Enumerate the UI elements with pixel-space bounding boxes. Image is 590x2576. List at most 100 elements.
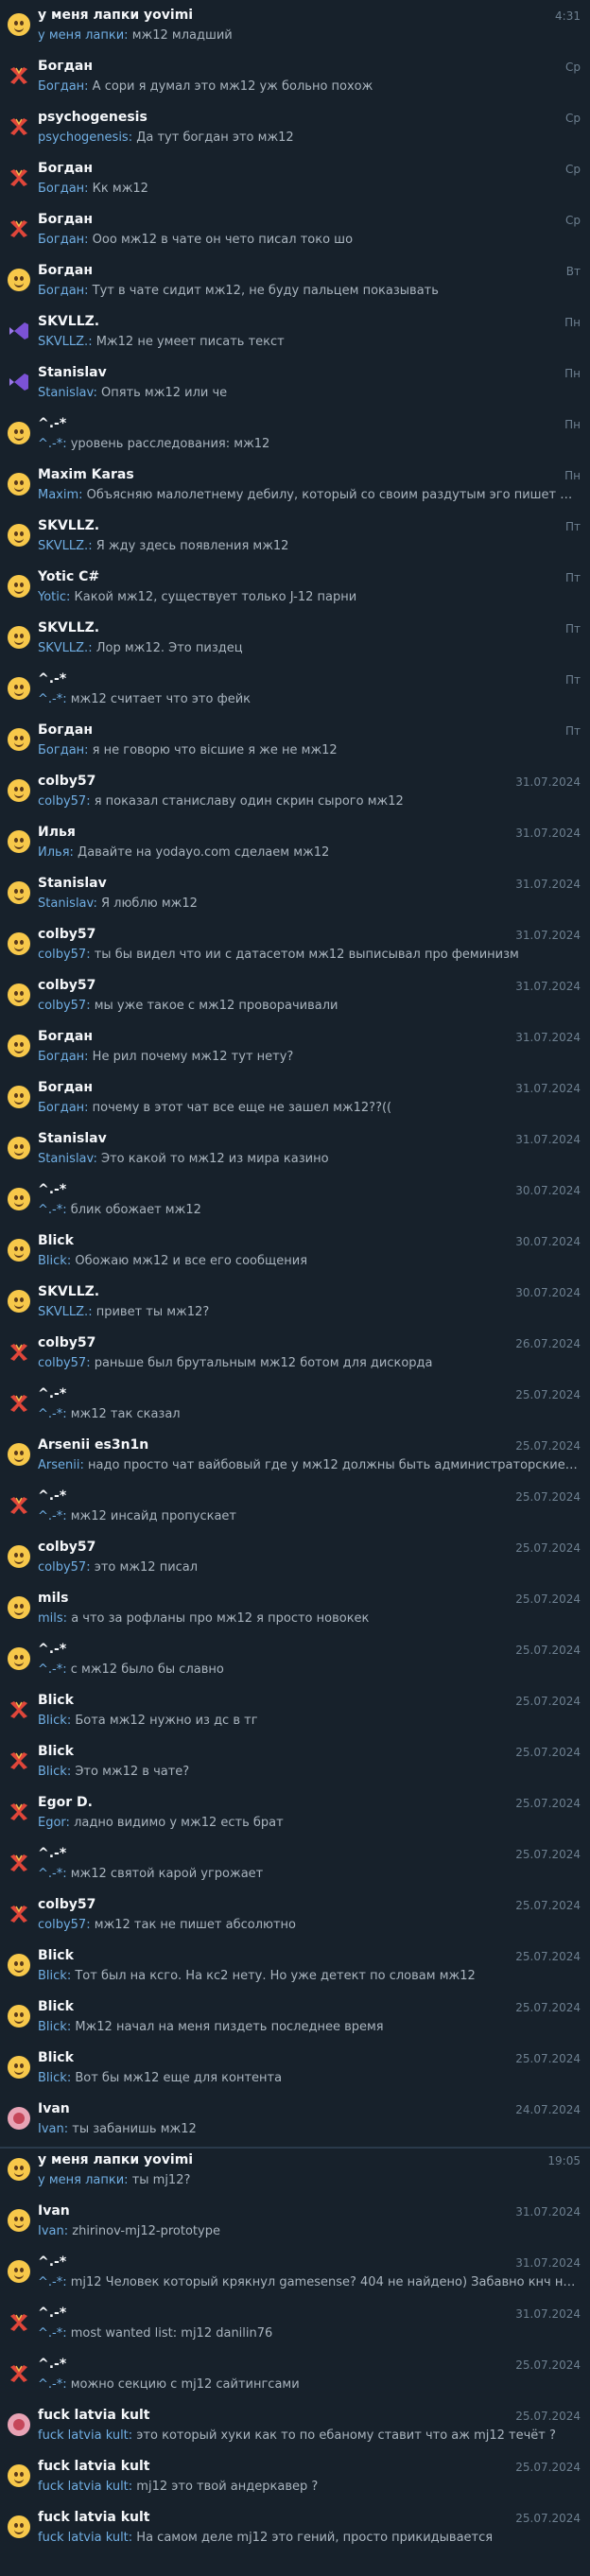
chat-list-item[interactable]: ^.-* 25.07.2024 ^.-*: с мж12 было бы славн… [0,1634,590,1685]
chat-list-item[interactable]: Ivan 31.07.2024 Ivan: zhirinov-mj12-protot… [0,2196,590,2247]
chat-list-item[interactable]: ^.-* 31.07.2024 ^.-*: mj12 Человек который… [0,2247,590,2298]
sender-separator: : [62,1662,71,1677]
chat-list-item[interactable]: Blick 30.07.2024 Blick: Обожаю мж12 и все … [0,1226,590,1277]
message-time: 31.07.2024 [515,878,581,891]
sender-separator: : [88,539,96,553]
sender-separator: : [88,641,96,655]
message-text: mj12 Человек который крякнул gamesense? … [70,2275,579,2289]
chat-list-item[interactable]: ^.-* 25.07.2024 ^.-*: мж12 святой карой уг… [0,1838,590,1889]
chat-list-item[interactable]: ^.-* 25.07.2024 ^.-*: мж12 инсайд пропуска… [0,1481,590,1532]
message-time: Пт [564,622,581,635]
avatar [8,166,30,189]
chat-list-item[interactable]: colby57 26.07.2024 colby57: раньше был бру… [0,1328,590,1379]
chat-list-item[interactable]: colby57 31.07.2024 colby57: ты бы видел чт… [0,919,590,970]
sender-separator: : [78,488,87,502]
message-time: 31.07.2024 [515,775,581,789]
message-text: Вот бы мж12 еще для контента [75,2071,283,2085]
sender-separator: : [86,794,95,809]
chat-list-item[interactable]: Maxim Karas Пн Maxim: Объясняю малолетнему… [0,460,590,511]
message-time: 25.07.2024 [515,2410,581,2423]
chat-list-item[interactable]: mils 25.07.2024 mils: а что за рофланы про… [0,1583,590,1634]
chat-list-item[interactable]: Богдан 31.07.2024 Богдан: почему в этот ча… [0,1072,590,1123]
avatar [8,524,30,547]
chat-list-item[interactable]: у меня лапки yovimi 4:31 у меня лапки: мж1… [0,0,590,51]
message-preview: Богдан: Не рил почему мж12 тут нету? [38,1050,579,1064]
chat-list-item[interactable]: ^.-* 25.07.2024 ^.-*: можно секцию с mj12 … [0,2349,590,2400]
chat-list-item[interactable]: SKVLLZ. Пн SKVLLZ.: Мж12 не умеет писать т… [0,306,590,357]
sender-separator: : [84,1050,93,1064]
chat-list-item[interactable]: Stanislav 31.07.2024 Stanislav: Это какой … [0,1123,590,1175]
message-time: 31.07.2024 [515,1082,581,1095]
chat-list-item[interactable]: Yotic C# Пт Yotic: Какой мж12, существует … [0,562,590,613]
message-preview: Богдан: я не говорю что вісшие я же не м… [38,743,579,757]
chat-list-item[interactable]: colby57 31.07.2024 colby57: я показал стан… [0,766,590,817]
chat-list-item[interactable]: psychogenesis Ср psychogenesis: Да тут бог… [0,102,590,153]
chat-list-item[interactable]: Stanislav 31.07.2024 Stanislav: Я люблю мж… [0,868,590,919]
sender-separator: : [86,999,95,1013]
message-time: 19:05 [547,2154,581,2167]
chat-list-item[interactable]: fuck latvia kult 25.07.2024 fuck latvia ku… [0,2451,590,2502]
chat-list-item[interactable]: ^.-* 25.07.2024 ^.-*: мж12 так сказал [0,1379,590,1430]
chat-name: у меня лапки yovimi [38,8,194,23]
chat-list-item[interactable]: ^.-* Пт ^.-*: мж12 считает что это фейк [0,664,590,715]
message-time: Пн [564,367,581,380]
chat-list-item[interactable]: Богдан Ср Богдан: А сори я думал это мж12 … [0,51,590,102]
chat-name: Stanislav [38,1131,107,1146]
message-sender: Yotic [38,590,67,604]
chat-list-item[interactable]: Богдан Пт Богдан: я не говорю что вісшие я… [0,715,590,766]
chat-list-item[interactable]: Ivan 24.07.2024 Ivan: ты забанишь мж12 [0,2094,590,2145]
chat-list-item[interactable]: Богдан Ср Богдан: Кк мж12 [0,153,590,204]
message-text: Не рил почему мж12 тут нету? [92,1050,294,1064]
chat-list-item[interactable]: Blick 25.07.2024 Blick: Мж12 начал на меня… [0,1992,590,2043]
chat-list-item[interactable]: fuck latvia kult 25.07.2024 fuck latvia ku… [0,2502,590,2553]
sender-separator: : [62,1509,71,1523]
chat-list-item[interactable]: Богдан Ср Богдан: Ооо мж12 в чате он чето … [0,204,590,255]
message-preview: fuck latvia kult: На самом деле mj12 это… [38,2531,579,2545]
message-sender: ^.-* [38,1509,63,1523]
avatar [8,1698,30,1721]
sender-separator: : [62,1407,71,1421]
message-preview: Blick: Обожаю мж12 и все его сообщения [38,1254,579,1268]
message-preview: ^.-*: most wanted list: mj12 danilin76 [38,2326,579,2341]
chat-list-item[interactable]: SKVLLZ. Пт SKVLLZ.: Лор мж12. Это пиздец [0,613,590,664]
chat-list-item[interactable]: Blick 25.07.2024 Blick: Бота мж12 нужно из… [0,1685,590,1736]
chat-list-item[interactable]: у меня лапки yovimi 19:05 у меня лапки: ты… [0,2145,590,2196]
chat-list-item[interactable]: colby57 25.07.2024 colby57: мж12 так не пи… [0,1889,590,1941]
chat-list-item[interactable]: ^.-* Пн ^.-*: уровень расследования: мж12 [0,409,590,460]
message-preview: Stanislav: Я люблю мж12 [38,896,579,911]
avatar [8,1086,30,1108]
chat-list-item[interactable]: colby57 31.07.2024 colby57: мы уже такое с… [0,970,590,1021]
chat-name: fuck latvia kult [38,2459,150,2474]
chat-list-item[interactable]: colby57 25.07.2024 colby57: это мж12 писал [0,1532,590,1583]
message-sender: ^.-* [38,2275,63,2289]
chat-list-item[interactable]: Богдан 31.07.2024 Богдан: Не рил почему мж… [0,1021,590,1072]
chat-name: Stanislav [38,365,107,380]
chat-list-item[interactable]: Blick 25.07.2024 Blick: Вот бы мж12 еще дл… [0,2043,590,2094]
chat-name: colby57 [38,1897,96,1912]
message-preview: Богдан: почему в этот чат все еще не заш… [38,1101,579,1115]
chat-list-item[interactable]: Богдан Вт Богдан: Тут в чате сидит мж12, н… [0,255,590,306]
sender-separator: : [86,1918,95,1932]
message-sender: Илья [38,845,70,860]
message-time: Пт [564,571,581,584]
avatar [8,422,30,444]
chat-list-item[interactable]: ^.-* 30.07.2024 ^.-*: блик обожает мж12 [0,1175,590,1226]
avatar [8,1239,30,1262]
chat-name: Богдан [38,212,94,227]
chat-list-item[interactable]: ^.-* 31.07.2024 ^.-*: most wanted list: mj… [0,2298,590,2349]
message-sender: Богдан [38,182,85,196]
chat-list-item[interactable]: fuck latvia kult 25.07.2024 fuck latvia ku… [0,2400,590,2451]
chat-list-item[interactable]: Blick 25.07.2024 Blick: Это мж12 в чате? [0,1736,590,1787]
chat-list-item[interactable]: SKVLLZ. Пт SKVLLZ.: Я жду здесь появления … [0,511,590,562]
chat-list-item[interactable]: SKVLLZ. 30.07.2024 SKVLLZ.: привет ты мж12… [0,1277,590,1328]
chat-list-item[interactable]: Arsenii es3n1n 25.07.2024 Arsenii: надо пр… [0,1430,590,1481]
avatar [8,1852,30,1874]
chat-list-item[interactable]: Blick 25.07.2024 Blick: Тот был на ксго. Н… [0,1941,590,1992]
chat-list-item[interactable]: Egor D. 25.07.2024 Egor: ладно видимо у мж… [0,1787,590,1838]
message-text: Я жду здесь появления мж12 [95,539,289,553]
chat-list-item[interactable]: Илья 31.07.2024 Илья: Давайте на yodayo.co… [0,817,590,868]
message-preview: Arsenii: надо просто чат вайбовый где у … [38,1458,579,1472]
avatar [8,2005,30,2028]
chat-list-item[interactable]: Stanislav Пн Stanislav: Опять мж12 или че [0,357,590,409]
message-text: я не говорю что вісшие я же не мж12 [92,743,338,757]
